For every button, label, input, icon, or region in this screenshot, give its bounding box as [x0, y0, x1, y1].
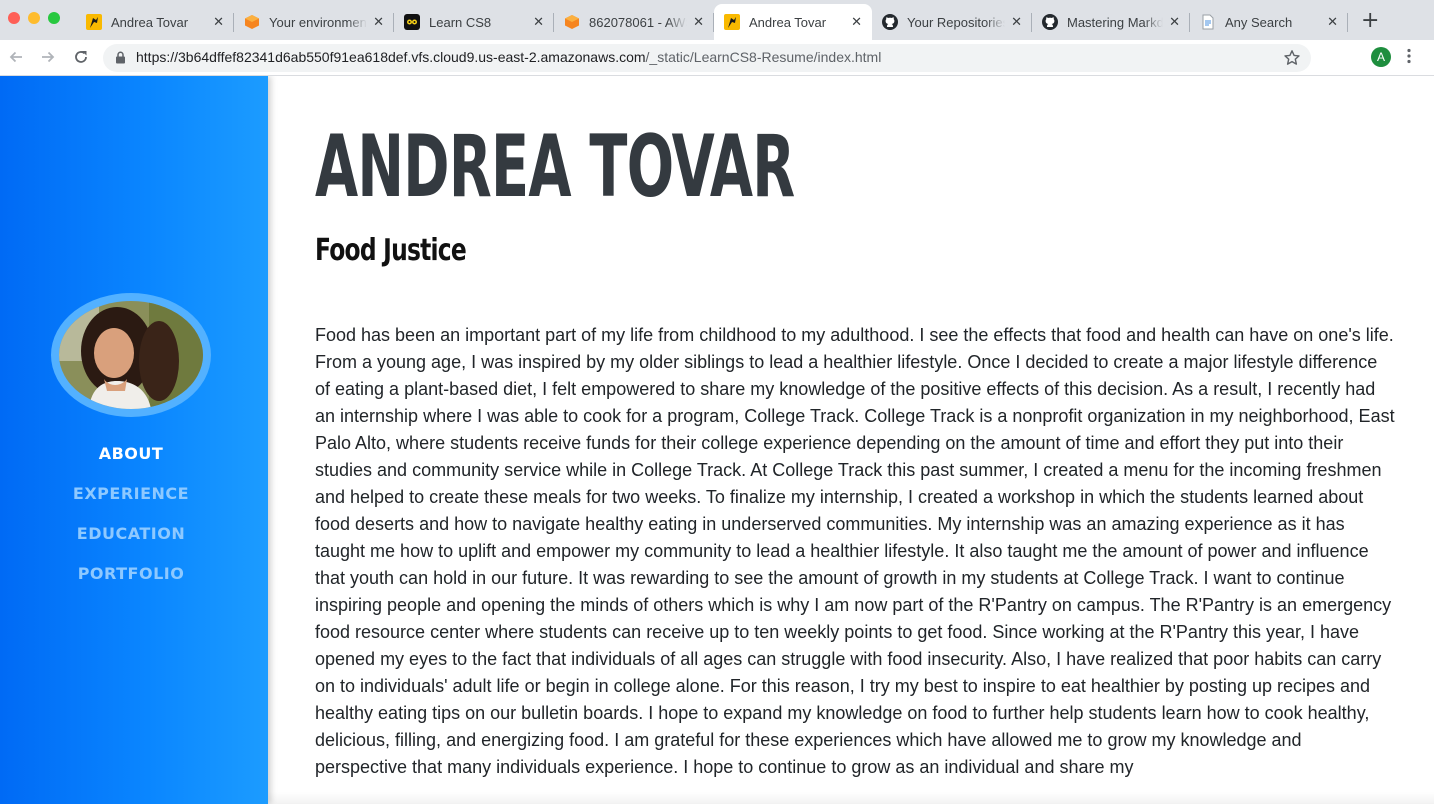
- aws-cloud9-icon: [564, 14, 580, 30]
- browser-tab[interactable]: 862078061 - AWS ✕: [554, 4, 714, 40]
- reload-icon: [75, 51, 87, 63]
- tab-title: Andrea Tovar: [111, 14, 189, 30]
- bookmark-star-icon[interactable]: [1283, 49, 1301, 67]
- tab-close-icon[interactable]: ✕: [1327, 15, 1338, 30]
- browser-toolbar: https://3b64dffef82341d6ab550f91ea618def…: [0, 40, 1434, 76]
- nav-education[interactable]: EDUCATION: [0, 524, 262, 543]
- browser-tab[interactable]: Mastering Markdown ✕: [1032, 4, 1190, 40]
- learncs8-icon: [404, 14, 420, 30]
- browser-tab[interactable]: Andrea Tovar ✕: [76, 4, 234, 40]
- tab-close-icon[interactable]: ✕: [1169, 15, 1180, 30]
- document-icon: [1200, 14, 1216, 30]
- sidebar: ABOUT EXPERIENCE EDUCATION PORTFOLIO: [0, 76, 268, 804]
- url-host: https://3b64dffef82341d6ab550f91ea618def…: [136, 49, 646, 65]
- reload-button[interactable]: [71, 47, 91, 67]
- tab-strip: Andrea Tovar ✕ Your environments ✕ Learn…: [0, 0, 1434, 40]
- window-maximize-button[interactable]: [48, 12, 60, 24]
- tab-title: Your Repositories: [907, 14, 1006, 30]
- resume-favicon-icon: [724, 14, 740, 30]
- tab-title: Learn CS8: [429, 14, 492, 30]
- aws-cloud9-icon: [244, 14, 260, 30]
- tab-close-icon[interactable]: ✕: [851, 15, 862, 30]
- tab-close-icon[interactable]: ✕: [693, 15, 704, 30]
- page-title: ANDREA TOVAR: [315, 117, 795, 217]
- tab-close-icon[interactable]: ✕: [213, 15, 224, 30]
- url-text: https://3b64dffef82341d6ab550f91ea618def…: [136, 49, 881, 65]
- browser-tab[interactable]: Learn CS8 ✕: [394, 4, 554, 40]
- main-content: ANDREA TOVAR Food Justice Food has been …: [268, 76, 1434, 804]
- tab-close-icon[interactable]: ✕: [1011, 15, 1022, 30]
- tab-title: Any Search: [1225, 14, 1293, 30]
- lock-icon: [116, 51, 125, 64]
- scroll-shadow: [268, 792, 1434, 804]
- browser-tab[interactable]: Your Repositories ✕: [872, 4, 1032, 40]
- page-viewport: ABOUT EXPERIENCE EDUCATION PORTFOLIO AND…: [0, 76, 1434, 804]
- profile-photo: [59, 301, 203, 409]
- resume-favicon-icon: [86, 14, 102, 30]
- browser-tab[interactable]: Any Search ✕: [1190, 4, 1348, 40]
- tab-title: 862078061 - AWS: [589, 14, 688, 30]
- profile-photo-frame: [51, 293, 211, 417]
- more-menu-icon[interactable]: [1407, 48, 1411, 64]
- tab-close-icon[interactable]: ✕: [373, 15, 384, 30]
- browser-tab[interactable]: Your environments ✕: [234, 4, 394, 40]
- window-close-button[interactable]: [8, 12, 20, 24]
- url-path: /_static/LearnCS8-Resume/index.html: [645, 49, 882, 65]
- forward-arrow-icon: [42, 51, 55, 63]
- back-arrow-icon: [9, 51, 22, 63]
- github-icon: [882, 14, 898, 30]
- section-subtitle: Food Justice: [315, 233, 467, 268]
- new-tab-button[interactable]: +: [1361, 10, 1379, 32]
- tab-title: Andrea Tovar: [749, 14, 827, 30]
- tab-title: Your environments: [269, 14, 368, 30]
- github-icon: [1042, 14, 1058, 30]
- nav-portfolio[interactable]: PORTFOLIO: [0, 564, 262, 583]
- browser-tab-active[interactable]: Andrea Tovar ✕: [714, 4, 872, 40]
- nav-about[interactable]: ABOUT: [0, 444, 262, 463]
- about-paragraph: Food has been an important part of my li…: [315, 325, 1395, 777]
- nav-experience[interactable]: EXPERIENCE: [0, 484, 262, 503]
- back-button[interactable]: [6, 47, 26, 67]
- profile-avatar-button[interactable]: A: [1371, 47, 1391, 67]
- window-minimize-button[interactable]: [28, 12, 40, 24]
- forward-button[interactable]: [38, 47, 58, 67]
- address-bar[interactable]: https://3b64dffef82341d6ab550f91ea618def…: [103, 44, 1311, 72]
- tab-title: Mastering Markdown: [1067, 14, 1164, 30]
- tab-close-icon[interactable]: ✕: [533, 15, 544, 30]
